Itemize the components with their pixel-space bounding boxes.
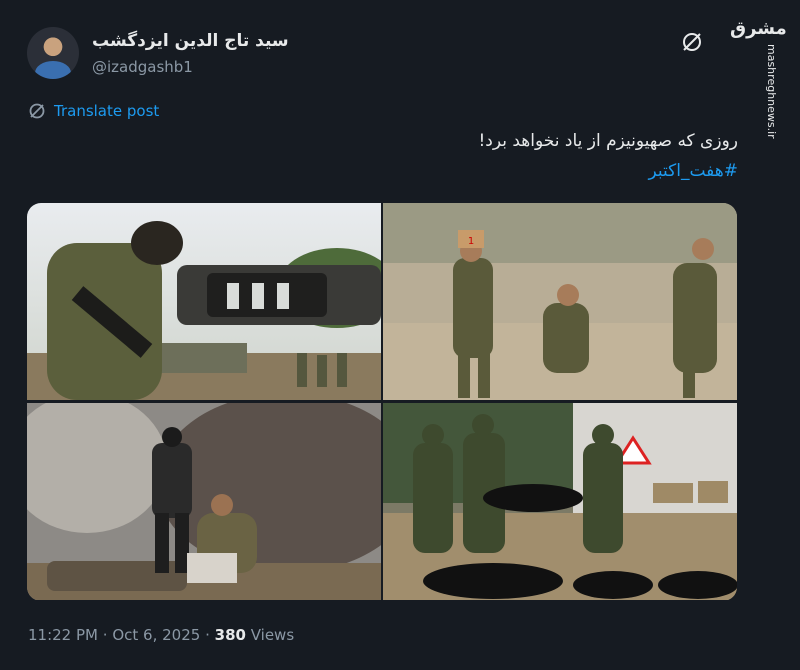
author-avatar[interactable]: [27, 27, 79, 79]
watermark-url: mashreghnews.ir: [765, 44, 778, 139]
separator-dot: ·: [102, 626, 108, 644]
post-hashtag[interactable]: #هفت_اکتبر: [649, 161, 738, 181]
translate-icon: [29, 103, 45, 119]
translate-post-label: Translate post: [54, 102, 160, 120]
grok-slash-icon[interactable]: [680, 30, 704, 54]
soldiers-carrying-bags-photo[interactable]: [383, 403, 737, 600]
fighters-on-tank-photo[interactable]: [27, 403, 381, 600]
views-label: Views: [250, 626, 295, 644]
views-count: 380: [214, 626, 246, 644]
post-time[interactable]: 11:22 PM: [28, 626, 98, 644]
watermark: مشرق mashreghnews.ir: [730, 18, 790, 139]
media-grid: 1: [27, 203, 737, 601]
post-timestamp: 11:22 PM · Oct 6, 2025 · 380 Views: [28, 626, 294, 644]
post-text: روزی که صهیونیزم از یاد نخواهد برد!: [478, 131, 738, 151]
author-display-name[interactable]: سید تاج الدین ایزدگشب: [92, 31, 289, 51]
photo-sign-text: 1: [468, 236, 474, 247]
soldiers-celebrating-photo[interactable]: 1: [383, 203, 737, 400]
post-date[interactable]: Oct 6, 2025: [112, 626, 200, 644]
separator-dot-2: ·: [205, 626, 210, 644]
soldier-leaning-on-cannon-photo[interactable]: [27, 203, 381, 400]
watermark-logo: مشرق: [730, 18, 787, 39]
author-handle[interactable]: @izadgashb1: [92, 58, 193, 76]
translate-post-link[interactable]: Translate post: [28, 100, 159, 122]
